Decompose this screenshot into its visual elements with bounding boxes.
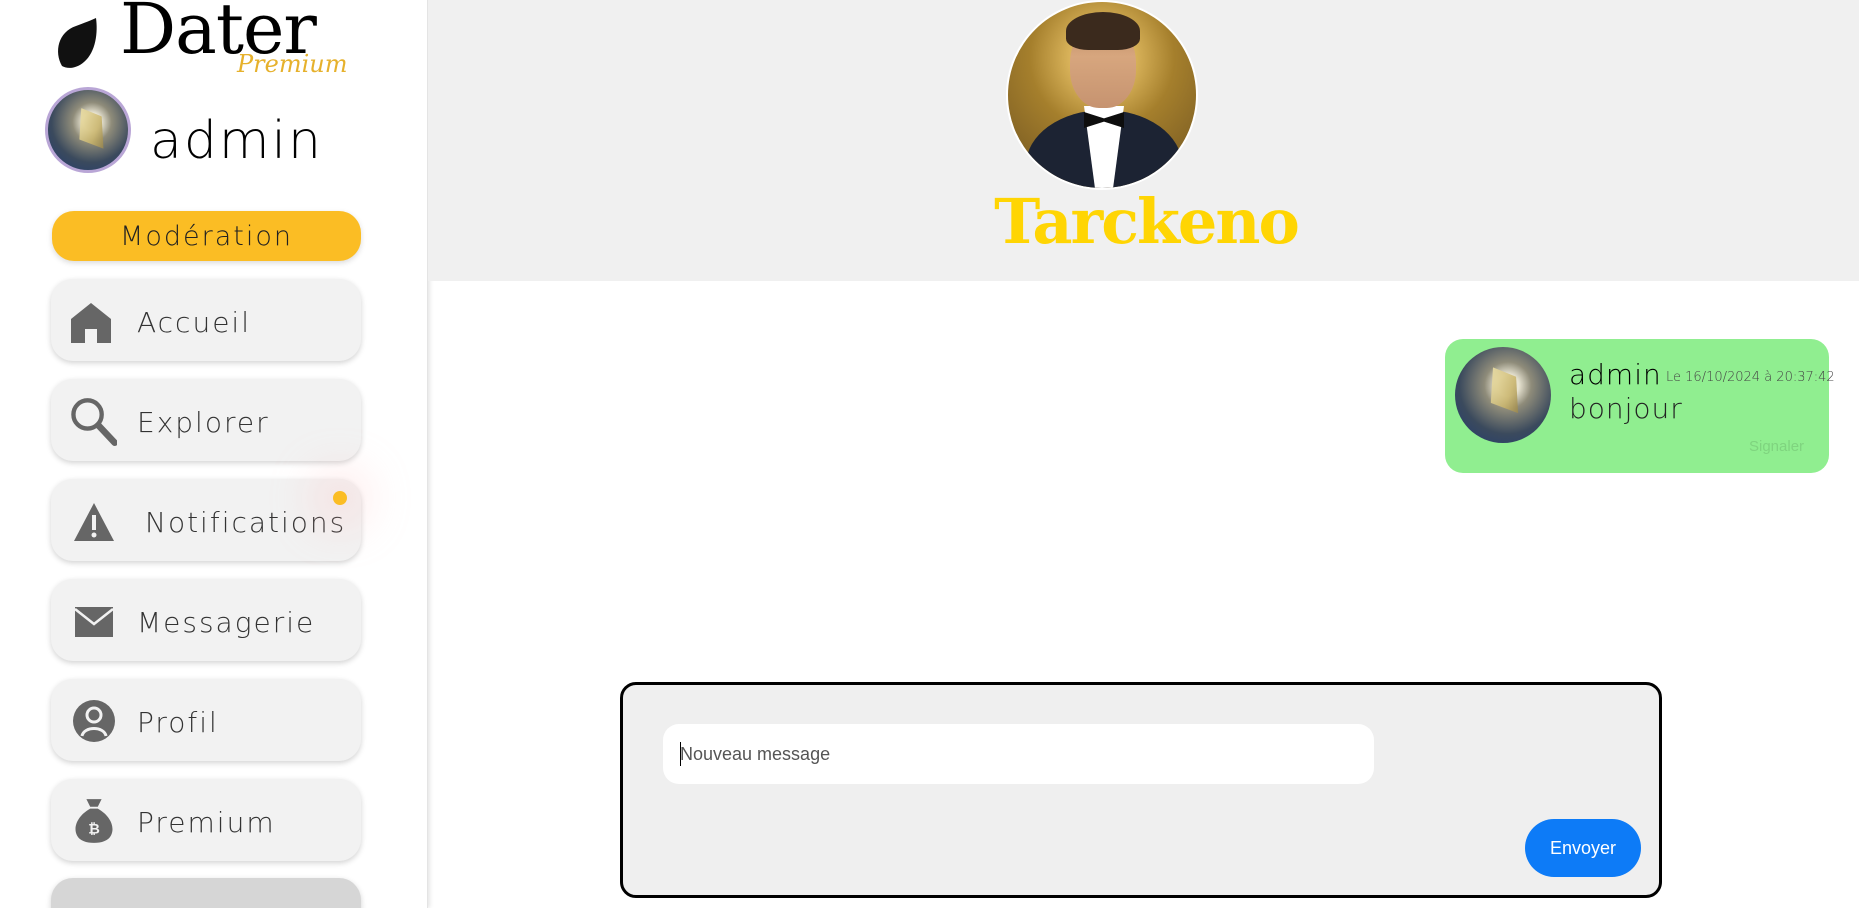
message-text: bonjour — [1569, 392, 1683, 425]
user-icon — [73, 700, 115, 742]
app-logo[interactable]: Dater Premium — [52, 0, 372, 80]
sidebar-item-messagerie[interactable]: Messagerie — [51, 579, 361, 661]
money-bag-icon: ₿ — [75, 799, 113, 843]
message-date: Le 16/10/2024 à 20:37:42 — [1666, 370, 1835, 385]
report-message-link[interactable]: Signaler — [1749, 439, 1804, 454]
conversation-header: Tarckeno — [428, 0, 1859, 281]
sidebar-item-label: Explorer — [137, 406, 270, 439]
user-name: admin — [150, 111, 323, 171]
leaf-logo-icon — [58, 18, 97, 68]
mail-icon — [75, 607, 113, 637]
logo-premium-subtitle: Premium — [237, 50, 348, 78]
warning-icon — [74, 503, 114, 541]
message-author: admin — [1569, 358, 1662, 391]
search-icon — [71, 398, 117, 446]
sidebar-item-premium[interactable]: ₿ Premium — [51, 779, 361, 861]
message-composer: Envoyer — [620, 682, 1662, 898]
sidebar-item-accueil[interactable]: Accueil — [51, 279, 361, 361]
home-icon — [71, 303, 111, 343]
notification-badge — [333, 491, 347, 505]
sidebar-item-notifications[interactable]: Notifications — [51, 479, 361, 561]
sidebar-item-label: Messagerie — [137, 606, 316, 639]
sidebar-item-label: Profil — [137, 706, 219, 739]
contact-name[interactable]: Tarckeno — [936, 187, 1356, 256]
svg-text:₿: ₿ — [88, 821, 100, 837]
user-avatar[interactable] — [45, 87, 131, 173]
sidebar: Dater Premium admin Modération Accueil E… — [0, 0, 428, 908]
text-caret — [680, 742, 681, 766]
sidebar-item-profil[interactable]: Profil — [51, 679, 361, 761]
sidebar-item-explorer[interactable]: Explorer — [51, 379, 361, 461]
sidebar-item-partial[interactable] — [51, 878, 361, 908]
sidebar-item-label: Accueil — [137, 306, 251, 339]
moderation-button[interactable]: Modération — [52, 211, 361, 261]
sidebar-item-label: Notifications — [145, 506, 347, 539]
contact-avatar[interactable] — [1006, 0, 1198, 190]
send-button[interactable]: Envoyer — [1525, 819, 1641, 877]
new-message-input[interactable] — [663, 724, 1374, 784]
message-bubble: admin Le 16/10/2024 à 20:37:42 bonjour S… — [1445, 339, 1835, 473]
sidebar-item-label: Premium — [137, 806, 276, 839]
message-author-avatar — [1455, 347, 1551, 443]
